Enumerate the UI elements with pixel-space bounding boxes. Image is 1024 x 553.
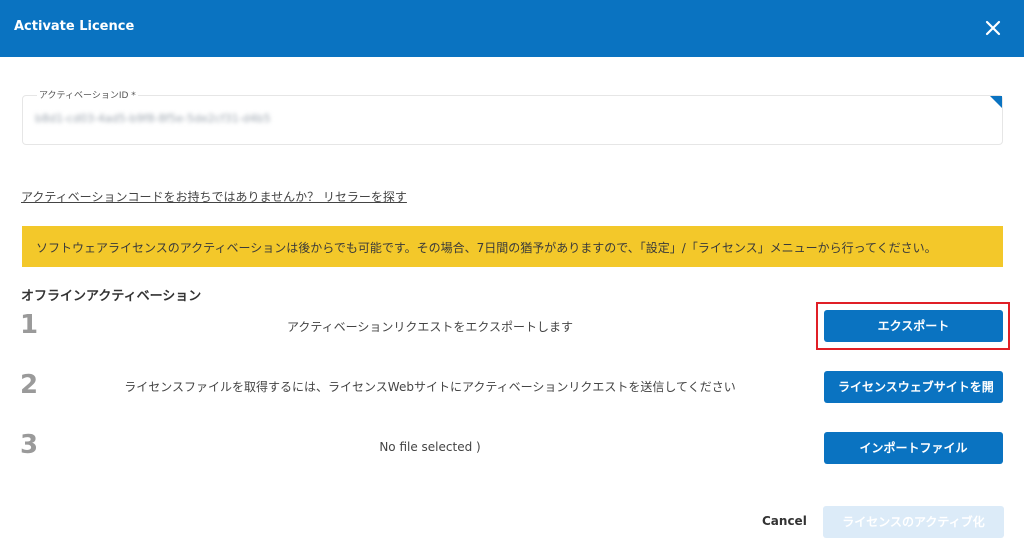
grace-period-banner: ソフトウェアライセンスのアクティベーションは後からでも可能です。その場合、7日間… xyxy=(22,226,1003,267)
field-corner-marker xyxy=(990,96,1002,108)
dialog-title: Activate Licence xyxy=(14,19,135,34)
step-3-text: No file selected ) xyxy=(379,440,481,454)
find-reseller-link[interactable]: アクティベーションコードをお持ちではありませんか？ リセラーを探す xyxy=(21,188,407,205)
step-2-text: ライセンスファイルを取得するには、ライセンスWebサイトにアクティベーションリク… xyxy=(124,380,736,394)
cancel-button[interactable]: Cancel xyxy=(762,514,807,528)
step-2-number: 2 xyxy=(20,370,39,400)
activate-license-button[interactable]: ライセンスのアクティブ化 xyxy=(823,506,1004,538)
export-button[interactable]: エクスポート xyxy=(824,310,1003,342)
step-1-text: アクティベーションリクエストをエクスポートします xyxy=(286,320,574,334)
activation-id-value[interactable]: b8d1-cd03-4ad5-b9f8-8f5e-5de2cf31-d4b5 xyxy=(35,112,325,126)
close-icon[interactable] xyxy=(980,15,1006,41)
open-license-website-button[interactable]: ライセンスウェブサイトを開 xyxy=(824,371,1003,403)
import-file-button[interactable]: インポートファイル xyxy=(824,432,1003,464)
dialog-titlebar: Activate Licence xyxy=(0,0,1024,57)
banner-text: ソフトウェアライセンスのアクティベーションは後からでも可能です。その場合、7日間… xyxy=(36,241,937,255)
offline-activation-title: オフラインアクティベーション xyxy=(21,289,202,304)
activation-id-field[interactable]: アクティベーションID * b8d1-cd03-4ad5-b9f8-8f5e-5… xyxy=(22,88,1003,145)
activation-id-label: アクティベーションID * xyxy=(37,88,138,101)
step-3-number: 3 xyxy=(20,430,39,460)
step-1-number: 1 xyxy=(20,310,39,340)
